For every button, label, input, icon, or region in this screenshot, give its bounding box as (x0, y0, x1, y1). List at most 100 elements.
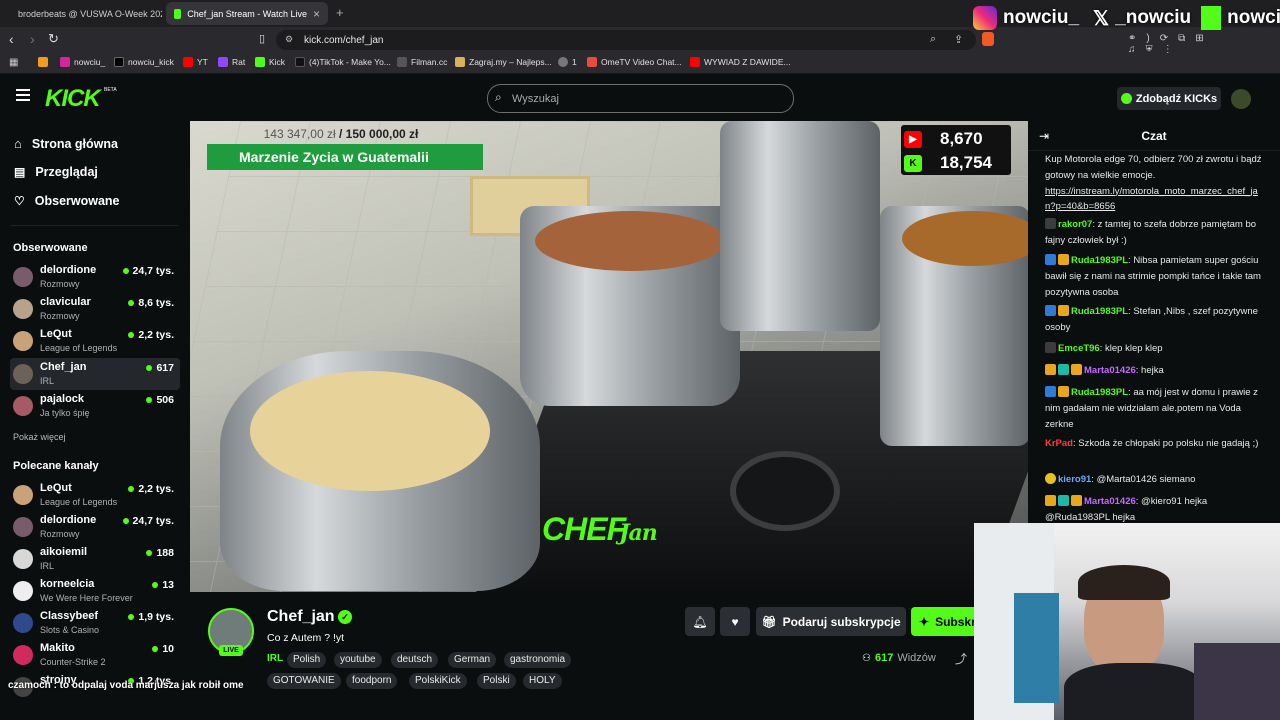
tag[interactable]: foodporn (346, 673, 398, 689)
share-icon[interactable]: ⤴ (955, 650, 967, 667)
badge-icon (1071, 495, 1082, 506)
chat-message: kiero91: @Marta01426 siemano (1045, 472, 1267, 488)
tag[interactable]: German (448, 652, 497, 668)
bookmark-item[interactable] (38, 57, 48, 67)
channel-name: LeQut (40, 482, 72, 494)
nav-following[interactable]: ♡ Obserwowane (14, 194, 120, 208)
avatar (13, 485, 33, 505)
bookmark-label: OmeTV Video Chat... (601, 57, 682, 67)
notification-bell-button[interactable]: 🔔︎ (685, 607, 715, 636)
chat-username[interactable]: Ruda1983PL (1071, 255, 1128, 266)
chat-username[interactable]: Ruda1983PL (1071, 306, 1128, 317)
viewers: 13 (162, 579, 174, 591)
following-channel[interactable]: LeQut League of Legends 2,2 tys. (10, 325, 180, 357)
recommended-channel[interactable]: LeQut League of Legends 2,2 tys. (10, 479, 180, 511)
get-kicks-button[interactable]: Zdobądź KICKs (1117, 87, 1221, 110)
bookmark-item[interactable]: Filman.cc (397, 57, 447, 67)
tag[interactable]: GOTOWANIE (267, 673, 341, 689)
chat-username[interactable]: Marta01426 (1084, 365, 1136, 376)
tag[interactable]: deutsch (391, 652, 439, 668)
nav-browse[interactable]: ▤ Przeglądaj (14, 165, 98, 179)
tag[interactable]: gastronomia (504, 652, 572, 668)
bookmark-item[interactable]: nowciu_kick (114, 57, 174, 67)
forward-icon[interactable]: › (30, 31, 35, 47)
share-icon[interactable]: ⇪ (954, 33, 963, 46)
bookmark-item[interactable]: (4)TikTok - Make Yo... (295, 57, 391, 67)
badge-icon (1045, 254, 1056, 265)
brave-shield-icon[interactable] (982, 32, 994, 46)
channel-name: aikoiemil (40, 546, 88, 558)
chat-username[interactable]: Marta01426 (1084, 496, 1136, 507)
gift-subs-button[interactable]: 🎁︎ Podaruj subskrypcje (756, 607, 906, 636)
x-handle: _nowciu (1115, 7, 1192, 28)
users-icon: ⚇ (862, 652, 871, 664)
message-link[interactable]: https://instream.ly/motorola_moto_marzec… (1045, 184, 1267, 216)
star-icon: ✦ (919, 614, 930, 629)
chat-username[interactable]: EmceT96 (1058, 343, 1100, 354)
tag[interactable]: Polish (287, 652, 327, 668)
kick-logo[interactable]: KICK (45, 85, 101, 113)
bookmark-item[interactable]: WYWIAD Z DAWIDE... (690, 57, 791, 67)
chat-username[interactable]: KrPad (1045, 438, 1073, 449)
browser-tab[interactable]: broderbeats @ VUSWA O-Week 2024 (4, 2, 162, 25)
new-tab-icon[interactable]: + (336, 5, 344, 20)
browser-tab-active[interactable]: Chef_jan Stream - Watch Live × (166, 2, 328, 25)
url-field[interactable]: ⚙ kick.com/chef_jan ⌕ ⇪ (276, 30, 976, 50)
viewers: 1,9 tys. (138, 611, 174, 623)
shirt (1064, 663, 1204, 720)
zoom-icon[interactable]: ⌕ (930, 33, 936, 46)
bookmark-item[interactable]: OmeTV Video Chat... (587, 57, 682, 67)
close-icon[interactable]: × (313, 7, 320, 21)
recommended-channel[interactable]: Makito Counter-Strike 2 10 (10, 639, 180, 671)
tag[interactable]: Polski (477, 673, 516, 689)
search-input[interactable]: ⌕ Wyszukaj (487, 84, 794, 113)
show-more-link[interactable]: Pokaż więcej (13, 432, 66, 442)
badge-icon (1045, 342, 1056, 353)
extension-icons[interactable]: ⚭)⟳⧉⊞ ♫⛨⋮ (1128, 33, 1280, 55)
bookmark-item[interactable]: Kick (255, 57, 285, 67)
nav-home[interactable]: ⌂ Strona główna (14, 136, 118, 151)
tag[interactable]: HOLY (523, 673, 562, 689)
bookmark-label: (4)TikTok - Make Yo... (309, 57, 391, 67)
youtube-icon (183, 57, 193, 67)
chat-username[interactable]: kiero91 (1058, 474, 1091, 485)
recommended-channel[interactable]: Classybeef Slots & Casino 1,9 tys. (10, 607, 180, 639)
bookmark-item[interactable]: Zagraj.my – Najleps... (455, 57, 552, 67)
live-dot-icon (152, 582, 159, 588)
following-channel[interactable]: pajalock Ja tylko śpię 506 (10, 390, 180, 422)
channel-category: IRL (40, 376, 55, 386)
bookmark-icon[interactable]: ▯ (259, 32, 265, 45)
avatar (13, 581, 33, 601)
background-cushion (1194, 643, 1280, 720)
bookmark-item[interactable]: nowciu_ (60, 57, 105, 67)
recommended-channel[interactable]: delordione Rozmowy 24,7 tys. (10, 511, 180, 543)
bookmark-item[interactable]: YT (183, 57, 208, 67)
channel-name: LeQut (40, 328, 72, 340)
tag[interactable]: youtube (334, 652, 382, 668)
badge-icon (1058, 495, 1069, 506)
channel-name[interactable]: Chef_jan (267, 608, 335, 626)
viewer-count: 617 (146, 362, 174, 374)
bookmark-item[interactable]: Rat (218, 57, 245, 67)
following-channel[interactable]: clavicular Rozmowy 8,6 tys. (10, 293, 180, 325)
apps-icon[interactable]: ▦ (9, 57, 18, 68)
chat-username[interactable]: rakor07 (1058, 219, 1092, 230)
bookmark-item[interactable]: 1 (558, 57, 577, 67)
search-icon: ⌕ (495, 90, 502, 104)
following-channel[interactable]: delordione Rozmowy 24,7 tys. (10, 261, 180, 293)
recommended-channel[interactable]: aikoiemil IRL 188 (10, 543, 180, 575)
back-icon[interactable]: ‹ (9, 31, 14, 47)
chat-message: Ruda1983PL: aa mój jest w domu i prawie … (1045, 386, 1258, 430)
user-avatar[interactable] (1231, 89, 1251, 109)
reload-icon[interactable]: ↻ (48, 31, 59, 47)
follow-button[interactable]: ♥ (720, 607, 750, 636)
following-channel-selected[interactable]: Chef_jan IRL 617 (10, 358, 180, 390)
chat-username[interactable]: Ruda1983PL (1071, 387, 1128, 398)
viewer-count: 2,2 tys. (128, 483, 174, 495)
stream-category[interactable]: IRL (267, 653, 283, 664)
menu-icon[interactable] (16, 89, 30, 101)
video-player[interactable]: 143 347,00 zł / 150 000,00 zł Marzenie Z… (190, 121, 1028, 592)
tag[interactable]: PolskiKick (409, 673, 467, 689)
recommended-channel[interactable]: korneelcia We Were Here Forever 13 (10, 575, 180, 607)
site-info-icon[interactable]: ⚙ (285, 34, 293, 45)
